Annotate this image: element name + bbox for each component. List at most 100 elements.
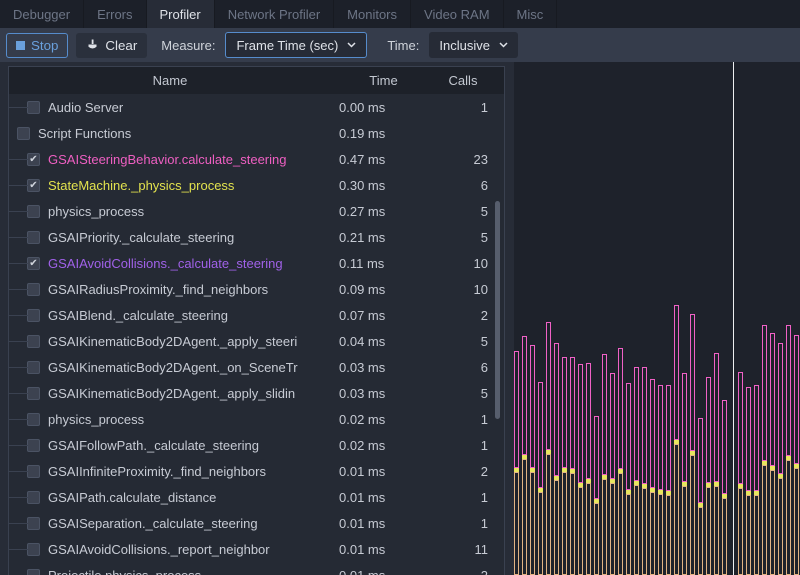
table-row[interactable]: ✔GSAISteeringBehavior.calculate_steering…	[9, 146, 504, 172]
tab-profiler[interactable]: Profiler	[147, 0, 215, 28]
row-checkbox[interactable]	[27, 569, 40, 575]
frame-bar-steering[interactable]	[666, 385, 671, 491]
frame-bar-physics[interactable]	[722, 498, 727, 575]
frame-bar-steering[interactable]	[722, 400, 727, 494]
frame-bar-statemachine[interactable]	[682, 482, 687, 486]
table-row[interactable]: Audio Server0.00 ms1	[9, 94, 504, 120]
frame-bar-statemachine[interactable]	[746, 491, 751, 495]
table-row[interactable]: GSAIKinematicBody2DAgent._apply_slidin0.…	[9, 380, 504, 406]
frame-bar-statemachine[interactable]	[594, 499, 599, 503]
row-checkbox[interactable]	[27, 413, 40, 426]
row-checkbox[interactable]	[27, 439, 40, 452]
frame-bar-statemachine[interactable]	[690, 451, 695, 455]
header-calls[interactable]: Calls	[436, 73, 504, 88]
frame-bar-physics[interactable]	[778, 478, 783, 575]
frame-bar-physics[interactable]	[610, 483, 615, 575]
row-checkbox[interactable]	[27, 543, 40, 556]
frame-bar-physics[interactable]	[530, 472, 535, 575]
frame-bar-statemachine[interactable]	[578, 483, 583, 487]
frame-bar-physics[interactable]	[570, 473, 575, 575]
table-row[interactable]: GSAIBlend._calculate_steering0.07 ms2	[9, 302, 504, 328]
clear-button[interactable]: Clear	[76, 33, 147, 58]
frame-bar-steering[interactable]	[554, 343, 559, 476]
frame-bar-steering[interactable]	[618, 348, 623, 469]
frame-bar-physics[interactable]	[626, 494, 631, 575]
table-row[interactable]: GSAISeparation._calculate_steering0.01 m…	[9, 510, 504, 536]
frame-bar-statemachine[interactable]	[706, 483, 711, 487]
row-checkbox[interactable]	[27, 335, 40, 348]
row-checkbox[interactable]	[27, 387, 40, 400]
frame-bar-statemachine[interactable]	[530, 468, 535, 472]
row-checkbox[interactable]	[27, 309, 40, 322]
table-row[interactable]: GSAIKinematicBody2DAgent._apply_steeri0.…	[9, 328, 504, 354]
frame-bar-steering[interactable]	[562, 357, 567, 468]
frame-bar-physics[interactable]	[738, 488, 743, 575]
frame-bar-physics[interactable]	[594, 503, 599, 575]
table-row[interactable]: GSAIPriority._calculate_steering0.21 ms5	[9, 224, 504, 250]
header-name[interactable]: Name	[9, 73, 331, 88]
frame-bar-physics[interactable]	[770, 470, 775, 575]
frame-bar-steering[interactable]	[714, 353, 719, 482]
frame-bar-steering[interactable]	[522, 336, 527, 455]
frame-bar-statemachine[interactable]	[618, 469, 623, 473]
frame-bar-physics[interactable]	[754, 495, 759, 575]
frame-bar-physics[interactable]	[618, 473, 623, 575]
table-row[interactable]: ✔StateMachine._physics_process0.30 ms6	[9, 172, 504, 198]
frame-bar-physics[interactable]	[562, 472, 567, 575]
frame-bar-statemachine[interactable]	[626, 490, 631, 494]
tab-misc[interactable]: Misc	[504, 0, 558, 28]
frame-bar-physics[interactable]	[658, 494, 663, 575]
tab-video-ram[interactable]: Video RAM	[411, 0, 504, 28]
table-row[interactable]: GSAIFollowPath._calculate_steering0.02 m…	[9, 432, 504, 458]
frame-bar-physics[interactable]	[642, 488, 647, 575]
frame-bar-statemachine[interactable]	[770, 466, 775, 470]
frame-bar-physics[interactable]	[674, 444, 679, 575]
frame-bar-steering[interactable]	[706, 377, 711, 483]
table-row[interactable]: Script Functions0.19 ms	[9, 120, 504, 146]
row-checkbox[interactable]	[27, 205, 40, 218]
frame-bar-statemachine[interactable]	[714, 482, 719, 486]
frame-bar-physics[interactable]	[794, 468, 799, 575]
tab-errors[interactable]: Errors	[84, 0, 146, 28]
frame-bar-physics[interactable]	[578, 487, 583, 575]
frame-bar-statemachine[interactable]	[754, 491, 759, 495]
row-checkbox-checked[interactable]: ✔	[27, 257, 40, 270]
table-row[interactable]: Projectile.physics_process0.01 ms2	[9, 562, 504, 575]
frame-bar-physics[interactable]	[602, 479, 607, 575]
frame-bar-statemachine[interactable]	[538, 488, 543, 492]
frame-bar-steering[interactable]	[634, 367, 639, 481]
frame-bar-physics[interactable]	[706, 487, 711, 575]
frame-bar-steering[interactable]	[586, 363, 591, 479]
frame-bar-statemachine[interactable]	[786, 456, 791, 460]
frame-bar-steering[interactable]	[610, 373, 615, 479]
row-checkbox[interactable]	[27, 231, 40, 244]
frame-bar-statemachine[interactable]	[586, 479, 591, 483]
frame-bar-statemachine[interactable]	[762, 461, 767, 465]
row-checkbox[interactable]	[17, 127, 30, 140]
frame-bar-statemachine[interactable]	[738, 484, 743, 488]
frame-bar-statemachine[interactable]	[658, 490, 663, 494]
table-row[interactable]: GSAIPath.calculate_distance0.01 ms1	[9, 484, 504, 510]
frame-bar-steering[interactable]	[538, 382, 543, 488]
frame-bar-statemachine[interactable]	[602, 475, 607, 479]
frame-bar-steering[interactable]	[778, 343, 783, 474]
frame-bar-physics[interactable]	[746, 495, 751, 575]
frame-bar-steering[interactable]	[698, 418, 703, 503]
row-checkbox-checked[interactable]: ✔	[27, 153, 40, 166]
frame-bar-physics[interactable]	[714, 486, 719, 575]
frame-bar-steering[interactable]	[626, 383, 631, 490]
frame-bar-steering[interactable]	[690, 314, 695, 451]
frame-bar-physics[interactable]	[762, 465, 767, 575]
frame-bar-steering[interactable]	[682, 373, 687, 482]
frame-bar-steering[interactable]	[770, 333, 775, 466]
measure-dropdown[interactable]: Frame Time (sec)	[225, 32, 367, 58]
frame-bar-steering[interactable]	[530, 345, 535, 468]
tab-debugger[interactable]: Debugger	[0, 0, 84, 28]
frame-bar-statemachine[interactable]	[554, 476, 559, 480]
frame-bar-statemachine[interactable]	[722, 494, 727, 498]
frame-bar-steering[interactable]	[786, 325, 791, 456]
frame-bar-statemachine[interactable]	[514, 468, 519, 472]
frame-bar-steering[interactable]	[602, 354, 607, 475]
table-row[interactable]: ✔GSAIAvoidCollisions._calculate_steering…	[9, 250, 504, 276]
row-checkbox[interactable]	[27, 361, 40, 374]
